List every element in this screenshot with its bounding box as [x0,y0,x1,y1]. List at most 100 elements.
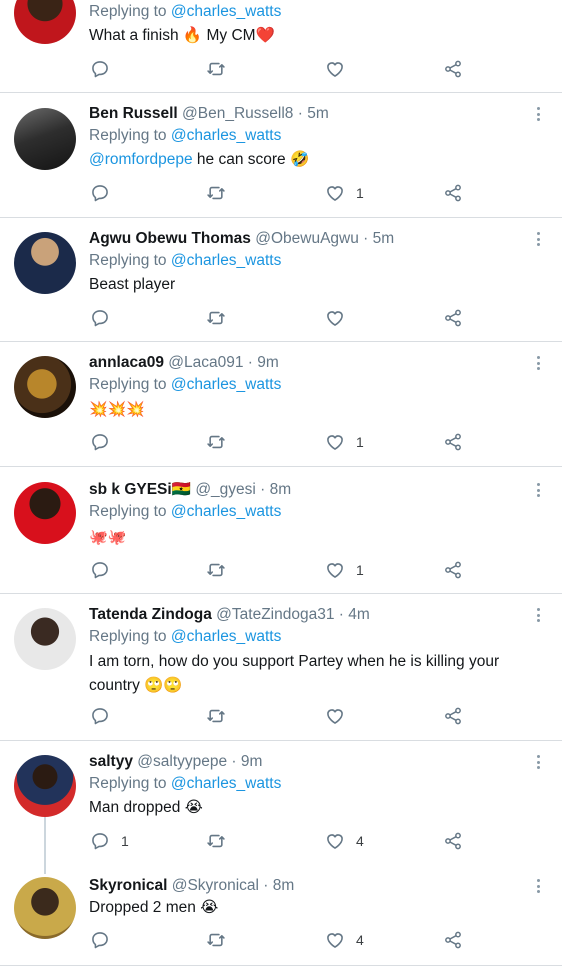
user-handle[interactable]: @saltyypepe [137,753,227,770]
user-handle[interactable]: @Laca091 [168,354,243,371]
like-button[interactable] [325,705,345,727]
timestamp[interactable]: 5m [373,230,395,247]
reply-button[interactable] [90,929,110,951]
share-button[interactable] [443,307,463,329]
tweet[interactable]: Tatenda Zindoga @TateZindoga31 · 4m Repl… [0,594,562,741]
user-handle[interactable]: @Skyronical [172,877,259,894]
replying-to-label: Replying to [89,775,171,792]
avatar[interactable] [14,755,76,817]
timestamp[interactable]: 8m [270,481,292,498]
avatar[interactable] [14,232,76,294]
avatar[interactable] [14,608,76,670]
share-icon [443,183,463,203]
like-button[interactable]: 4 [325,830,364,852]
like-button[interactable]: 1 [325,559,364,581]
reply-to-link[interactable]: @charles_watts [171,252,282,269]
retweet-button[interactable] [206,830,226,852]
share-icon [443,432,463,452]
reply-to-link[interactable]: @charles_watts [171,376,282,393]
share-button[interactable] [443,830,463,852]
reply-button[interactable] [90,307,110,329]
reply-to-link[interactable]: @charles_watts [171,503,282,520]
share-icon [443,560,463,580]
timestamp[interactable]: 5m [307,105,329,122]
more-vertical-icon[interactable] [530,354,546,372]
timestamp[interactable]: 9m [257,354,279,371]
retweet-button[interactable] [206,58,226,80]
retweet-button[interactable] [206,929,226,951]
share-button[interactable] [443,559,463,581]
heart-icon [325,432,345,452]
display-name[interactable]: Tatenda Zindoga [89,606,212,623]
timestamp[interactable]: 9m [241,753,263,770]
display-name[interactable]: saltyy [89,753,133,770]
retweet-button[interactable] [206,559,226,581]
reply-button[interactable] [90,559,110,581]
user-handle[interactable]: @Ben_Russell8 [182,105,293,122]
tweet-text: 🐙🐙 [89,525,539,550]
retweet-button[interactable] [206,182,226,204]
tweet[interactable]: Skyronical @Skyronical · 8m Dropped 2 me… [0,865,562,966]
more-vertical-icon[interactable] [530,105,546,123]
share-button[interactable] [443,182,463,204]
like-button[interactable]: 1 [325,182,364,204]
mention-link[interactable]: @romfordpepe [89,151,193,168]
avatar[interactable] [14,108,76,170]
user-handle[interactable]: @_gyesi [195,481,256,498]
like-count: 1 [356,434,364,450]
retweet-icon [206,432,226,452]
reply-to-link[interactable]: @charles_watts [171,3,282,20]
reply-button[interactable] [90,58,110,80]
like-button[interactable] [325,307,345,329]
timestamp[interactable]: 4m [348,606,370,623]
tweet-text: I am torn, how do you support Partey whe… [89,650,539,698]
reply-button[interactable] [90,705,110,727]
reply-button[interactable] [90,431,110,453]
display-name[interactable]: Skyronical [89,877,167,894]
like-button[interactable]: 4 [325,929,364,951]
tweet-header: sb k GYESi🇬🇭 @_gyesi · 8m [89,481,291,499]
tweet[interactable]: Agwu Obewu Thomas @ObewuAgwu · 5m Replyi… [0,218,562,342]
retweet-button[interactable] [206,307,226,329]
display-name[interactable]: Ben Russell [89,105,178,122]
share-button[interactable] [443,431,463,453]
reply-icon [90,560,110,580]
reply-icon [90,59,110,79]
display-name[interactable]: sb k GYESi🇬🇭 [89,481,191,498]
user-handle[interactable]: @TateZindoga31 [216,606,334,623]
retweet-icon [206,831,226,851]
avatar[interactable] [14,482,76,544]
more-vertical-icon[interactable] [530,606,546,624]
avatar[interactable] [14,0,76,44]
display-name[interactable]: annlaca09 [89,354,164,371]
tweet[interactable]: sb k GYESi🇬🇭 @_gyesi · 8m Replying to @c… [0,467,562,594]
retweet-button[interactable] [206,431,226,453]
tweet[interactable]: saltyy @saltyypepe · 9m Replying to @cha… [0,741,562,865]
share-button[interactable] [443,929,463,951]
tweet[interactable]: Replying to @charles_watts What a finish… [0,0,562,93]
heart-icon [325,308,345,328]
share-button[interactable] [443,705,463,727]
retweet-button[interactable] [206,705,226,727]
like-button[interactable] [325,58,345,80]
tweet[interactable]: Ben Russell @Ben_Russell8 · 5m Replying … [0,93,562,218]
timestamp[interactable]: 8m [273,877,295,894]
replying-to: Replying to @charles_watts [89,775,281,793]
more-vertical-icon[interactable] [530,481,546,499]
more-vertical-icon[interactable] [530,230,546,248]
user-handle[interactable]: @ObewuAgwu [255,230,359,247]
heart-icon [325,930,345,950]
reply-to-link[interactable]: @charles_watts [171,628,282,645]
reply-to-link[interactable]: @charles_watts [171,127,282,144]
more-vertical-icon[interactable] [530,753,546,771]
more-vertical-icon[interactable] [530,877,546,895]
tweet[interactable]: annlaca09 @Laca091 · 9m Replying to @cha… [0,342,562,467]
avatar[interactable] [14,356,76,418]
reply-icon [90,930,110,950]
share-button[interactable] [443,58,463,80]
display-name[interactable]: Agwu Obewu Thomas [89,230,251,247]
reply-button[interactable] [90,182,110,204]
reply-button[interactable]: 1 [90,830,129,852]
like-button[interactable]: 1 [325,431,364,453]
reply-to-link[interactable]: @charles_watts [171,775,282,792]
